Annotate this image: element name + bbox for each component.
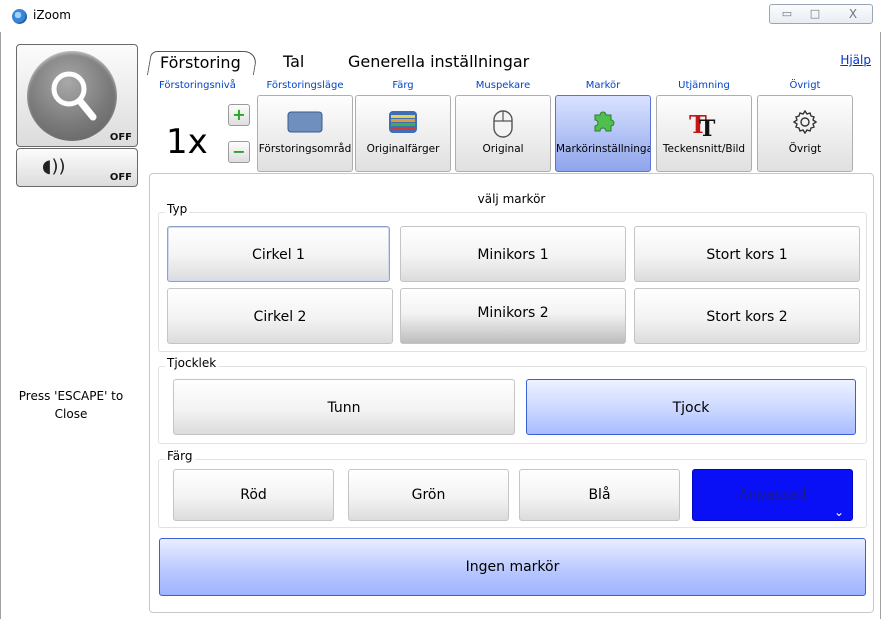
help-link[interactable]: Hjälp — [840, 53, 871, 67]
minus-icon: − — [232, 142, 246, 161]
maximize-button[interactable]: □ — [804, 5, 826, 23]
thickness-group: Tjocklek Tunn Tjock — [158, 356, 867, 444]
mouse-pointer-button[interactable]: Original — [455, 95, 551, 172]
svg-text:T: T — [699, 116, 716, 139]
chevron-down-icon: ⌄ — [833, 505, 844, 519]
window-title: iZoom — [33, 8, 71, 22]
window-controls: ▭ □ X — [769, 4, 873, 24]
izoom-app-icon — [12, 9, 27, 24]
tab-bar: Förstoring Tal Generella inställningar H… — [145, 32, 875, 75]
other-settings-button[interactable]: Övrigt — [757, 95, 853, 172]
magnifier-state-label: OFF — [109, 132, 132, 143]
minimize-button[interactable]: ▭ — [776, 5, 798, 23]
speech-toggle-button[interactable]: ◖)) OFF — [16, 148, 138, 187]
thickness-thick-button[interactable]: Tjock — [526, 379, 856, 435]
thickness-group-label: Tjocklek — [165, 356, 219, 370]
color-stripes-icon — [389, 111, 417, 133]
color-mode-label: Originalfärger — [366, 143, 440, 155]
cursor-bigcross-1-button[interactable]: Stort kors 1 — [634, 226, 860, 282]
smoothing-caption: Utjämning — [678, 80, 730, 91]
color-group: Färg Röd Grön Blå Anpassad ⌄ — [158, 449, 867, 528]
title-bar: iZoom ▭ □ X — [0, 0, 881, 32]
other-settings-label: Övrigt — [788, 143, 822, 155]
escape-hint: Press 'ESCAPE' to Close — [18, 389, 124, 421]
color-blue-button[interactable]: Blå — [519, 469, 680, 521]
tab-generella-installningar[interactable]: Generella inställningar — [348, 52, 529, 71]
magnifier-toggle-button[interactable]: OFF — [16, 44, 138, 147]
font-tt-icon: T T — [689, 110, 716, 139]
color-caption: Färg — [392, 80, 414, 91]
mouse-pointer-label: Original — [482, 143, 524, 155]
section-title: välj markör — [477, 192, 546, 206]
puzzle-icon — [594, 111, 615, 132]
speech-state-label: OFF — [109, 172, 132, 183]
cursor-settings-button[interactable]: Markörinställninga — [555, 95, 651, 172]
magnification-toolbar: Förstoringsnivå 1x + − Förstoringsläge F… — [145, 80, 875, 176]
cursor-circle-2-button[interactable]: Cirkel 2 — [167, 288, 393, 344]
color-green-button[interactable]: Grön — [348, 469, 509, 521]
other-caption: Övrigt — [789, 80, 821, 91]
color-custom-label: Anpassad — [738, 487, 807, 503]
type-group-label: Typ — [165, 202, 190, 216]
magnification-mode-label: Förstoringsområd — [258, 143, 352, 155]
color-group-label: Färg — [165, 449, 195, 463]
speaker-icon: ◖)) — [42, 156, 66, 177]
gear-icon — [792, 109, 818, 135]
zoom-in-button[interactable]: + — [228, 104, 250, 126]
cursor-bigcross-2-button[interactable]: Stort kors 2 — [634, 288, 860, 344]
cursor-settings-panel: välj markör Typ Cirkel 1 Minikors 1 Stor… — [149, 173, 874, 613]
type-group: Typ Cirkel 1 Minikors 1 Stort kors 1 Cir… — [158, 202, 867, 352]
pointer-caption: Muspekare — [475, 80, 531, 91]
cursor-minicross-2-button[interactable]: Minikors 2 — [400, 288, 626, 344]
mode-caption: Förstoringsläge — [266, 80, 344, 91]
tab-forstoring[interactable]: Förstoring — [146, 51, 258, 75]
smoothing-label: Teckensnitt/Bild — [662, 143, 746, 155]
no-cursor-button[interactable]: Ingen markör — [159, 538, 866, 596]
cursor-circle-1-button[interactable]: Cirkel 1 — [167, 226, 390, 282]
magnification-mode-button[interactable]: Förstoringsområd — [257, 95, 353, 172]
tab-forstoring-label: Förstoring — [160, 53, 241, 72]
plus-icon: + — [232, 105, 246, 124]
level-caption: Förstoringsnivå — [159, 80, 236, 91]
tab-tal[interactable]: Tal — [283, 52, 304, 71]
color-custom-button[interactable]: Anpassad ⌄ — [692, 469, 853, 521]
window-area-icon — [287, 111, 323, 133]
mouse-icon — [493, 110, 513, 138]
cursor-caption: Markör — [585, 80, 621, 91]
thickness-thin-button[interactable]: Tunn — [173, 379, 515, 435]
left-panel: OFF ◖)) OFF Press 'ESCAPE' to Close — [1, 32, 141, 619]
cursor-settings-label: Markörinställninga — [556, 143, 651, 155]
zoom-out-button[interactable]: − — [228, 141, 250, 163]
zoom-level-value: 1x — [166, 122, 208, 162]
smoothing-button[interactable]: T T Teckensnitt/Bild — [656, 95, 752, 172]
magnifier-icon — [27, 51, 117, 141]
color-mode-button[interactable]: Originalfärger — [355, 95, 451, 172]
close-button[interactable]: X — [838, 5, 868, 23]
cursor-minicross-1-button[interactable]: Minikors 1 — [400, 226, 626, 282]
color-red-button[interactable]: Röd — [173, 469, 334, 521]
